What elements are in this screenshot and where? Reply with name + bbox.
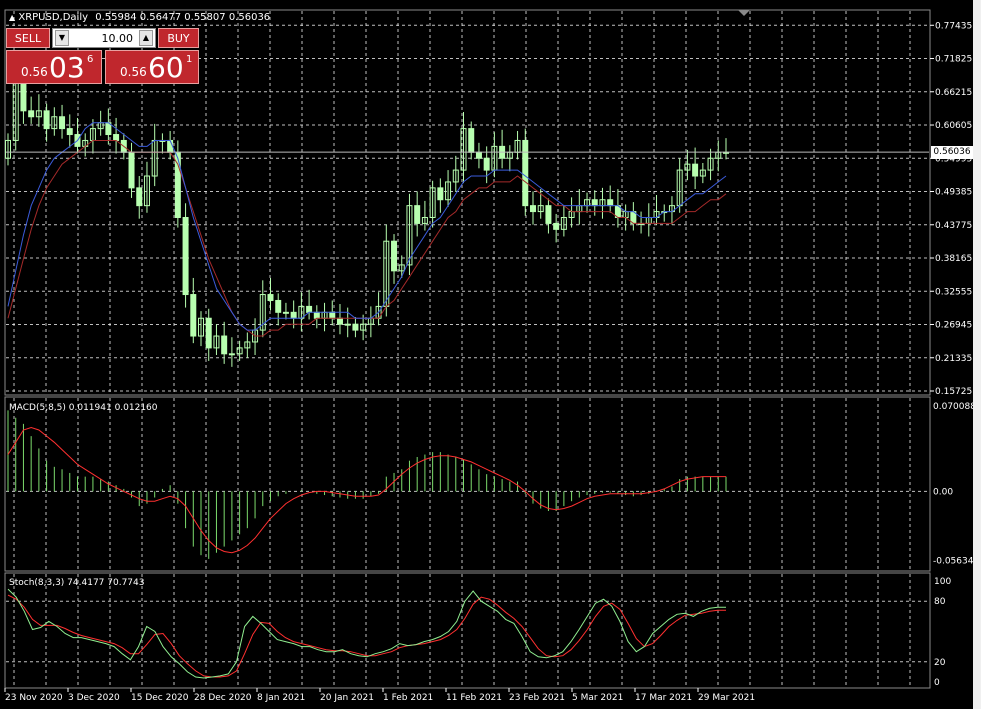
ohlc-values: 0.55984 0.56477 0.55807 0.56036 <box>95 12 271 23</box>
x-tick-label: 1 Feb 2021 <box>383 693 433 703</box>
candle-down <box>128 151 135 189</box>
ma-slow-line <box>7 140 727 337</box>
candle-down <box>59 116 66 130</box>
stoch-tick-label: 100 <box>934 577 951 587</box>
sell-price-box[interactable]: 0.56 03 6 <box>6 50 102 84</box>
candle-down <box>414 205 421 224</box>
candle-down <box>545 205 552 224</box>
volume-input[interactable] <box>73 30 133 46</box>
x-tick-label: 17 Mar 2021 <box>635 693 692 703</box>
y-tick-label: 0.43775 <box>935 221 972 231</box>
sell-button[interactable]: SELL <box>6 28 50 48</box>
x-tick-label: 8 Jan 2021 <box>257 693 305 703</box>
x-tick-label: 23 Feb 2021 <box>509 693 565 703</box>
candle-down <box>221 335 228 355</box>
x-tick-label: 29 Mar 2021 <box>698 693 755 703</box>
candle-up <box>344 323 351 326</box>
candle-down <box>329 311 336 319</box>
macd-label: MACD(5,8,5) 0.011941 0.012160 <box>9 403 158 413</box>
candle-down <box>290 311 297 319</box>
candle-up <box>282 311 289 314</box>
macd-tick-label: 0.00 <box>933 487 953 497</box>
candle-down <box>336 317 343 325</box>
scrollbar <box>973 0 981 709</box>
stoch-tick-label: 0 <box>934 678 940 688</box>
candles <box>5 69 729 367</box>
y-tick-label: 0.77435 <box>935 21 972 31</box>
macd-tick-label: -0.056345 <box>933 557 979 567</box>
stoch-label: Stoch(8,3,3) 74.4177 70.7743 <box>9 578 144 588</box>
x-tick-label: 5 Mar 2021 <box>572 693 623 703</box>
candle-down <box>391 240 398 272</box>
y-tick-label: 0.21335 <box>935 354 972 364</box>
y-tick-label: 0.15725 <box>935 387 972 397</box>
candle-down <box>553 222 560 230</box>
current-price-tag: 0.56036 <box>931 146 973 160</box>
candle-down <box>136 187 143 207</box>
y-tick-label: 0.32555 <box>935 287 972 297</box>
buy-price-box[interactable]: 0.56 60 1 <box>105 50 199 84</box>
candle-down <box>522 139 529 207</box>
x-tick-label: 3 Dec 2020 <box>68 693 120 703</box>
one-click-trading-panel: SELL ▼ ▲ BUY 0.56 03 6 0.56 60 1 <box>6 28 199 84</box>
chart-canvas: 0.774350.718250.662150.606050.549950.493… <box>4 0 981 709</box>
x-tick-label: 11 Feb 2021 <box>446 693 502 703</box>
candle-down <box>182 217 189 296</box>
stoch-tick-label: 80 <box>934 597 946 607</box>
symbol-label: XRPUSD,Daily <box>18 12 89 23</box>
macd-histogram <box>7 410 727 559</box>
candle-down <box>313 311 320 319</box>
panel-frame-2 <box>4 572 931 689</box>
stoch-tick-label: 20 <box>934 658 946 668</box>
sell-price-pip: 6 <box>87 54 94 65</box>
candle-down <box>475 151 482 159</box>
y-tick-label: 0.38165 <box>935 254 972 264</box>
buy-price-prefix: 0.56 <box>120 65 147 79</box>
y-tick-label: 0.66215 <box>935 88 972 98</box>
candle-up <box>228 353 235 356</box>
sell-price-prefix: 0.56 <box>21 65 48 79</box>
candle-down <box>190 294 197 337</box>
stoch-main-line <box>7 588 726 679</box>
candle-down <box>66 128 73 136</box>
shift-marker-icon <box>738 10 750 16</box>
x-tick-label: 23 Nov 2020 <box>5 693 63 703</box>
candle-down <box>352 323 359 331</box>
buy-price-pip: 1 <box>186 54 193 65</box>
y-tick-label: 0.26945 <box>935 321 972 331</box>
candle-down <box>692 163 699 177</box>
candle-down <box>267 294 274 301</box>
candle-down <box>167 139 174 153</box>
y-tick-label: 0.49385 <box>935 188 972 198</box>
candle-down <box>113 134 120 141</box>
candle-down <box>20 80 27 112</box>
x-tick-label: 28 Dec 2020 <box>194 693 252 703</box>
macd-tick-label: 0.070088 <box>933 402 976 412</box>
collapse-icon[interactable]: ▲ <box>9 13 15 22</box>
y-tick-label: 0.60605 <box>935 121 972 131</box>
sell-price-big: 03 <box>49 51 85 84</box>
candle-down <box>306 305 313 313</box>
candle-down <box>529 205 536 213</box>
buy-price-big: 60 <box>148 51 184 84</box>
candle-down <box>275 299 282 313</box>
candle-down <box>591 199 598 207</box>
volume-stepper[interactable]: ▼ ▲ <box>52 28 156 48</box>
x-tick-label: 15 Dec 2020 <box>131 693 189 703</box>
candle-down <box>468 128 475 153</box>
stoch-signal-line <box>7 594 726 678</box>
candle-down <box>28 110 35 118</box>
candle-down <box>205 317 212 349</box>
candle-down <box>437 187 444 201</box>
candle-down <box>483 157 490 171</box>
x-tick-label: 20 Jan 2021 <box>320 693 374 703</box>
panel-frame-1 <box>4 396 931 572</box>
decrease-volume-icon[interactable]: ▼ <box>55 30 69 46</box>
y-tick-label: 0.71825 <box>935 55 972 65</box>
increase-volume-icon[interactable]: ▲ <box>139 30 153 46</box>
buy-button[interactable]: BUY <box>158 28 199 48</box>
candle-down <box>607 199 614 207</box>
candle-down <box>43 110 50 130</box>
chart-title: ▲ XRPUSD,Daily 0.55984 0.56477 0.55807 0… <box>9 12 270 23</box>
